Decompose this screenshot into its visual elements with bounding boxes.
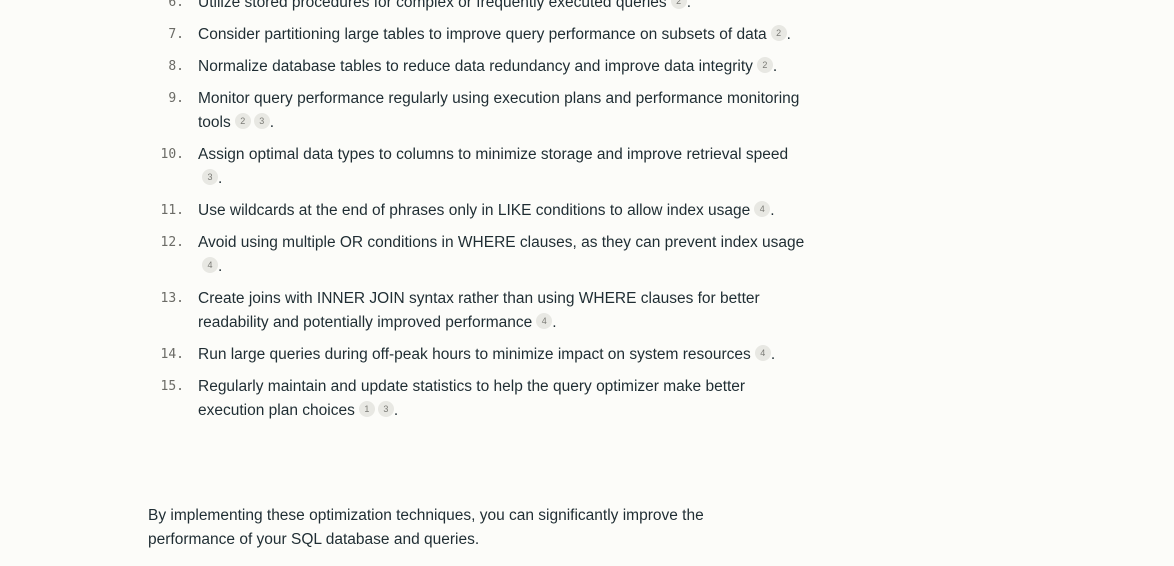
list-item-text: Create joins with INNER JOIN syntax rath…	[198, 290, 760, 331]
citation-badge[interactable]: 3	[253, 113, 270, 129]
citation-badge[interactable]: 3	[377, 401, 394, 417]
item-text: Create joins with INNER JOIN syntax rath…	[198, 290, 760, 331]
list-item: 11. Use wildcards at the end of phrases o…	[148, 199, 828, 223]
citation-badge[interactable]: 4	[754, 345, 771, 361]
list-item: 13. Create joins with INNER JOIN syntax r…	[148, 287, 828, 335]
citation-badge[interactable]: 2	[770, 25, 787, 41]
item-text: Utilize stored procedures for complex or…	[198, 0, 667, 11]
list-item: 10. Assign optimal data types to columns …	[148, 143, 828, 191]
list-number: 8.	[168, 59, 184, 74]
item-text: Consider partitioning large tables to im…	[198, 26, 767, 43]
summary-paragraph: By implementing these optimization techn…	[148, 507, 704, 548]
list-item-text: Run large queries during off-peak hours …	[198, 345, 776, 363]
citation-badge[interactable]: 2	[756, 57, 773, 73]
list-number: 12.	[160, 235, 184, 250]
citation-badge[interactable]: 3	[202, 169, 218, 185]
list-item-text: Regularly maintain and update statistics…	[198, 378, 746, 419]
item-text: Normalize database tables to reduce data…	[198, 58, 753, 75]
citation-badge[interactable]: 4	[536, 313, 553, 329]
list-item-text: Consider partitioning large tables to im…	[198, 25, 791, 43]
item-text: Assign optimal data types to columns to …	[198, 146, 789, 163]
citation-badge[interactable]: 1	[358, 401, 375, 417]
list-item-text: Monitor query performance regularly usin…	[198, 90, 800, 131]
list-item: 7. Consider partitioning large tables to …	[148, 23, 828, 47]
list-number: 11.	[160, 203, 184, 218]
list-item: 6. Utilize stored procedures for complex …	[148, 0, 828, 15]
citation-badge[interactable]: 4	[754, 201, 771, 217]
citation-badge[interactable]: 4	[202, 257, 218, 273]
list-number: 14.	[160, 347, 184, 362]
list-number: 10.	[160, 147, 184, 162]
list-item-text: Avoid using multiple OR conditions in WH…	[198, 234, 805, 275]
item-text: Use wildcards at the end of phrases only…	[198, 202, 751, 219]
list-item-text: Use wildcards at the end of phrases only…	[198, 201, 775, 219]
list-number: 9.	[168, 91, 184, 106]
citation-badge[interactable]: 2	[234, 113, 251, 129]
list-item: 15. Regularly maintain and update statist…	[148, 375, 828, 423]
list-number: 7.	[168, 27, 184, 42]
item-text: Run large queries during off-peak hours …	[198, 346, 751, 363]
list-item: 9. Monitor query performance regularly us…	[148, 87, 828, 135]
item-text: Monitor query performance regularly usin…	[198, 90, 800, 131]
list-number: 15.	[160, 379, 184, 394]
list-number: 13.	[160, 291, 184, 306]
list-number: 6.	[168, 0, 184, 10]
list-item-text: Normalize database tables to reduce data…	[198, 57, 778, 75]
citation-badge[interactable]: 2	[670, 0, 687, 9]
item-text: Avoid using multiple OR conditions in WH…	[198, 234, 805, 251]
list-item-text: Utilize stored procedures for complex or…	[198, 0, 808, 15]
list-item: 8. Normalize database tables to reduce da…	[148, 55, 828, 79]
list-item-text: Assign optimal data types to columns to …	[198, 146, 789, 187]
item-text: Regularly maintain and update statistics…	[198, 378, 746, 419]
list-item: 12. Avoid using multiple OR conditions in…	[148, 231, 828, 279]
optimization-tips-list: 6. Utilize stored procedures for complex …	[148, 0, 828, 431]
list-item: 14. Run large queries during off-peak hou…	[148, 343, 828, 367]
